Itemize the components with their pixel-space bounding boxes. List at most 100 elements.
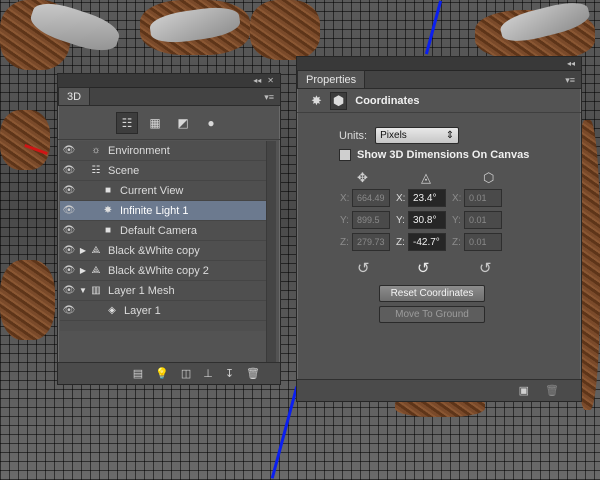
list-item[interactable]: 👁 ▼ ▥ Layer 1 Mesh (60, 281, 266, 301)
panel-3d-footer: ▤ 💡 ◫ ⊥ ↧ 🗑 (58, 362, 280, 384)
reset-coordinates-button[interactable]: Reset Coordinates (379, 285, 485, 302)
row-label: Layer 1 (124, 304, 161, 317)
units-row: Units: Pixels ⇕ (339, 127, 460, 144)
whole-scene-icon[interactable]: ☷ (116, 111, 138, 134)
section-title: Coordinates (355, 94, 420, 107)
panel-menu-icon[interactable]: ▾≡ (565, 75, 575, 86)
show-dimensions-row: Show 3D Dimensions On Canvas (339, 149, 529, 161)
eye-icon[interactable]: 👁 (60, 225, 78, 236)
add-material-icon[interactable]: ◫ (181, 367, 191, 380)
drop-to-ground-icon[interactable]: ⊥ (203, 367, 213, 380)
collapse-icon[interactable]: ◂◂ (253, 76, 261, 85)
light-icon: ✸ (103, 205, 113, 216)
rotation-z-field[interactable]: -42.7° (408, 233, 446, 251)
collapse-triangle-icon[interactable]: ▼ (78, 286, 88, 295)
coord-row-z: Z: 279.73 Z: -42.7° Z: 0.01 (340, 233, 502, 251)
list-item[interactable]: 👁 ■ Current View (60, 181, 266, 201)
eye-icon[interactable]: 👁 (60, 165, 78, 176)
camera-icon: ■ (104, 185, 112, 196)
new-object-icon[interactable]: ↧ (225, 367, 234, 380)
canvas-3d-letter (0, 110, 50, 170)
show-dimensions-checkbox[interactable] (339, 149, 351, 161)
properties-footer: ▣ 🗑 (297, 379, 581, 401)
scene-tree: 👁 ☼ Environment 👁 ☷ Scene 👁 ■ Current Vi… (60, 141, 266, 331)
axis-label-z: Z: (396, 236, 405, 248)
reset-position-icon[interactable]: ↺ (357, 259, 370, 277)
lights-icon[interactable]: ● (200, 112, 222, 134)
axis-label-x: X: (340, 192, 350, 204)
units-select[interactable]: Pixels ⇕ (375, 127, 460, 144)
axis-label-y: Y: (396, 214, 405, 226)
rotate-icon[interactable]: ◬ (421, 170, 431, 186)
meshes-icon[interactable]: ▦ (144, 112, 166, 134)
material-icon: ◈ (108, 305, 116, 316)
position-z-field[interactable]: 279.73 (352, 233, 390, 251)
list-item[interactable]: 👁 ■ Default Camera (60, 221, 266, 241)
list-item[interactable]: 👁 ▶ ⟁ Black &White copy 2 (60, 261, 266, 281)
eye-icon[interactable]: 👁 (60, 305, 78, 316)
eye-icon[interactable]: 👁 (60, 185, 78, 196)
panel-properties-titlebar[interactable]: ◂◂ (297, 57, 581, 71)
row-label: Current View (120, 184, 184, 197)
eye-icon[interactable]: 👁 (60, 205, 78, 216)
axis-label-y: Y: (340, 214, 349, 226)
row-label: Default Camera (120, 224, 198, 237)
blue-axis-line (424, 0, 443, 55)
position-x-field[interactable]: 664.49 (352, 189, 390, 207)
collapse-icon[interactable]: ◂◂ (567, 59, 575, 68)
scrollbar[interactable] (266, 141, 276, 371)
properties-header: ✸ ⬢ Coordinates (297, 89, 581, 113)
list-item-selected[interactable]: 👁 ✸ Infinite Light 1 (60, 201, 266, 221)
list-item[interactable]: 👁 ◈ Layer 1 (60, 301, 266, 321)
list-item[interactable]: 👁 ▶ ⟁ Black &White copy (60, 241, 266, 261)
list-item[interactable]: 👁 ☼ Environment (60, 141, 266, 161)
show-dimensions-label: Show 3D Dimensions On Canvas (357, 149, 530, 161)
move-to-ground-button[interactable]: Move To Ground (379, 306, 485, 323)
mesh-icon: ⟁ (91, 245, 101, 256)
panel-3d: ◂◂ ✕ 3D ▾≡ ☷ ▦ ◩ ● 👁 ☼ Environment 👁 ☷ S… (57, 73, 281, 385)
canvas-3d-letter (250, 0, 320, 60)
expand-triangle-icon[interactable]: ▶ (78, 266, 88, 275)
delete-icon[interactable]: 🗑 (246, 367, 260, 380)
row-label: Black &White copy 2 (108, 264, 209, 277)
units-label: Units: (339, 129, 368, 142)
eye-icon[interactable]: 👁 (60, 265, 78, 276)
render-icon[interactable]: ▤ (133, 367, 143, 380)
panel-3d-titlebar[interactable]: ◂◂ ✕ (58, 74, 280, 88)
panel-menu-icon[interactable]: ▾≡ (264, 92, 274, 103)
rotation-x-field[interactable]: 23.4° (408, 189, 446, 207)
reset-scale-icon[interactable]: ↺ (479, 259, 492, 277)
list-item[interactable]: 👁 ☷ Scene (60, 161, 266, 181)
scale-x-field[interactable]: 0.01 (464, 189, 502, 207)
move-icon[interactable]: ✥ (357, 170, 368, 186)
coordinates-icon[interactable]: ⬢ (329, 91, 348, 110)
reset-rotation-icon[interactable]: ↺ (417, 259, 430, 277)
coord-row-y: Y: 899.5 Y: 30.8° Y: 0.01 (340, 211, 502, 229)
coord-row-x: X: 664.49 X: 23.4° X: 0.01 (340, 189, 502, 207)
row-label: Environment (108, 144, 170, 157)
materials-icon[interactable]: ◩ (172, 112, 194, 134)
scale-z-field[interactable]: 0.01 (464, 233, 502, 251)
axis-label-x: X: (396, 192, 406, 204)
panel-properties: ◂◂ Properties ▾≡ ✸ ⬢ Coordinates Units: … (296, 56, 582, 402)
eye-icon[interactable]: 👁 (60, 285, 78, 296)
blue-axis-line (270, 386, 299, 479)
eye-icon[interactable]: 👁 (60, 245, 78, 256)
light-icon[interactable]: ✸ (311, 93, 322, 109)
eye-icon[interactable]: 👁 (60, 145, 78, 156)
tab-3d[interactable]: 3D (58, 87, 91, 105)
position-y-field[interactable]: 899.5 (352, 211, 390, 229)
canvas-3d-letter (0, 260, 55, 340)
tab-properties[interactable]: Properties (297, 70, 366, 88)
close-icon[interactable]: ✕ (267, 76, 274, 85)
add-light-icon[interactable]: 💡 (155, 367, 169, 380)
delete-icon[interactable]: 🗑 (545, 384, 559, 397)
expand-triangle-icon[interactable]: ▶ (78, 246, 88, 255)
row-label: Scene (108, 164, 140, 177)
rotation-y-field[interactable]: 30.8° (408, 211, 446, 229)
scale-y-field[interactable]: 0.01 (464, 211, 502, 229)
render-icon[interactable]: ▣ (519, 384, 529, 397)
environment-icon: ☼ (91, 145, 101, 156)
scale-icon[interactable]: ⬡ (483, 170, 494, 186)
scene-icon: ☷ (91, 165, 101, 176)
